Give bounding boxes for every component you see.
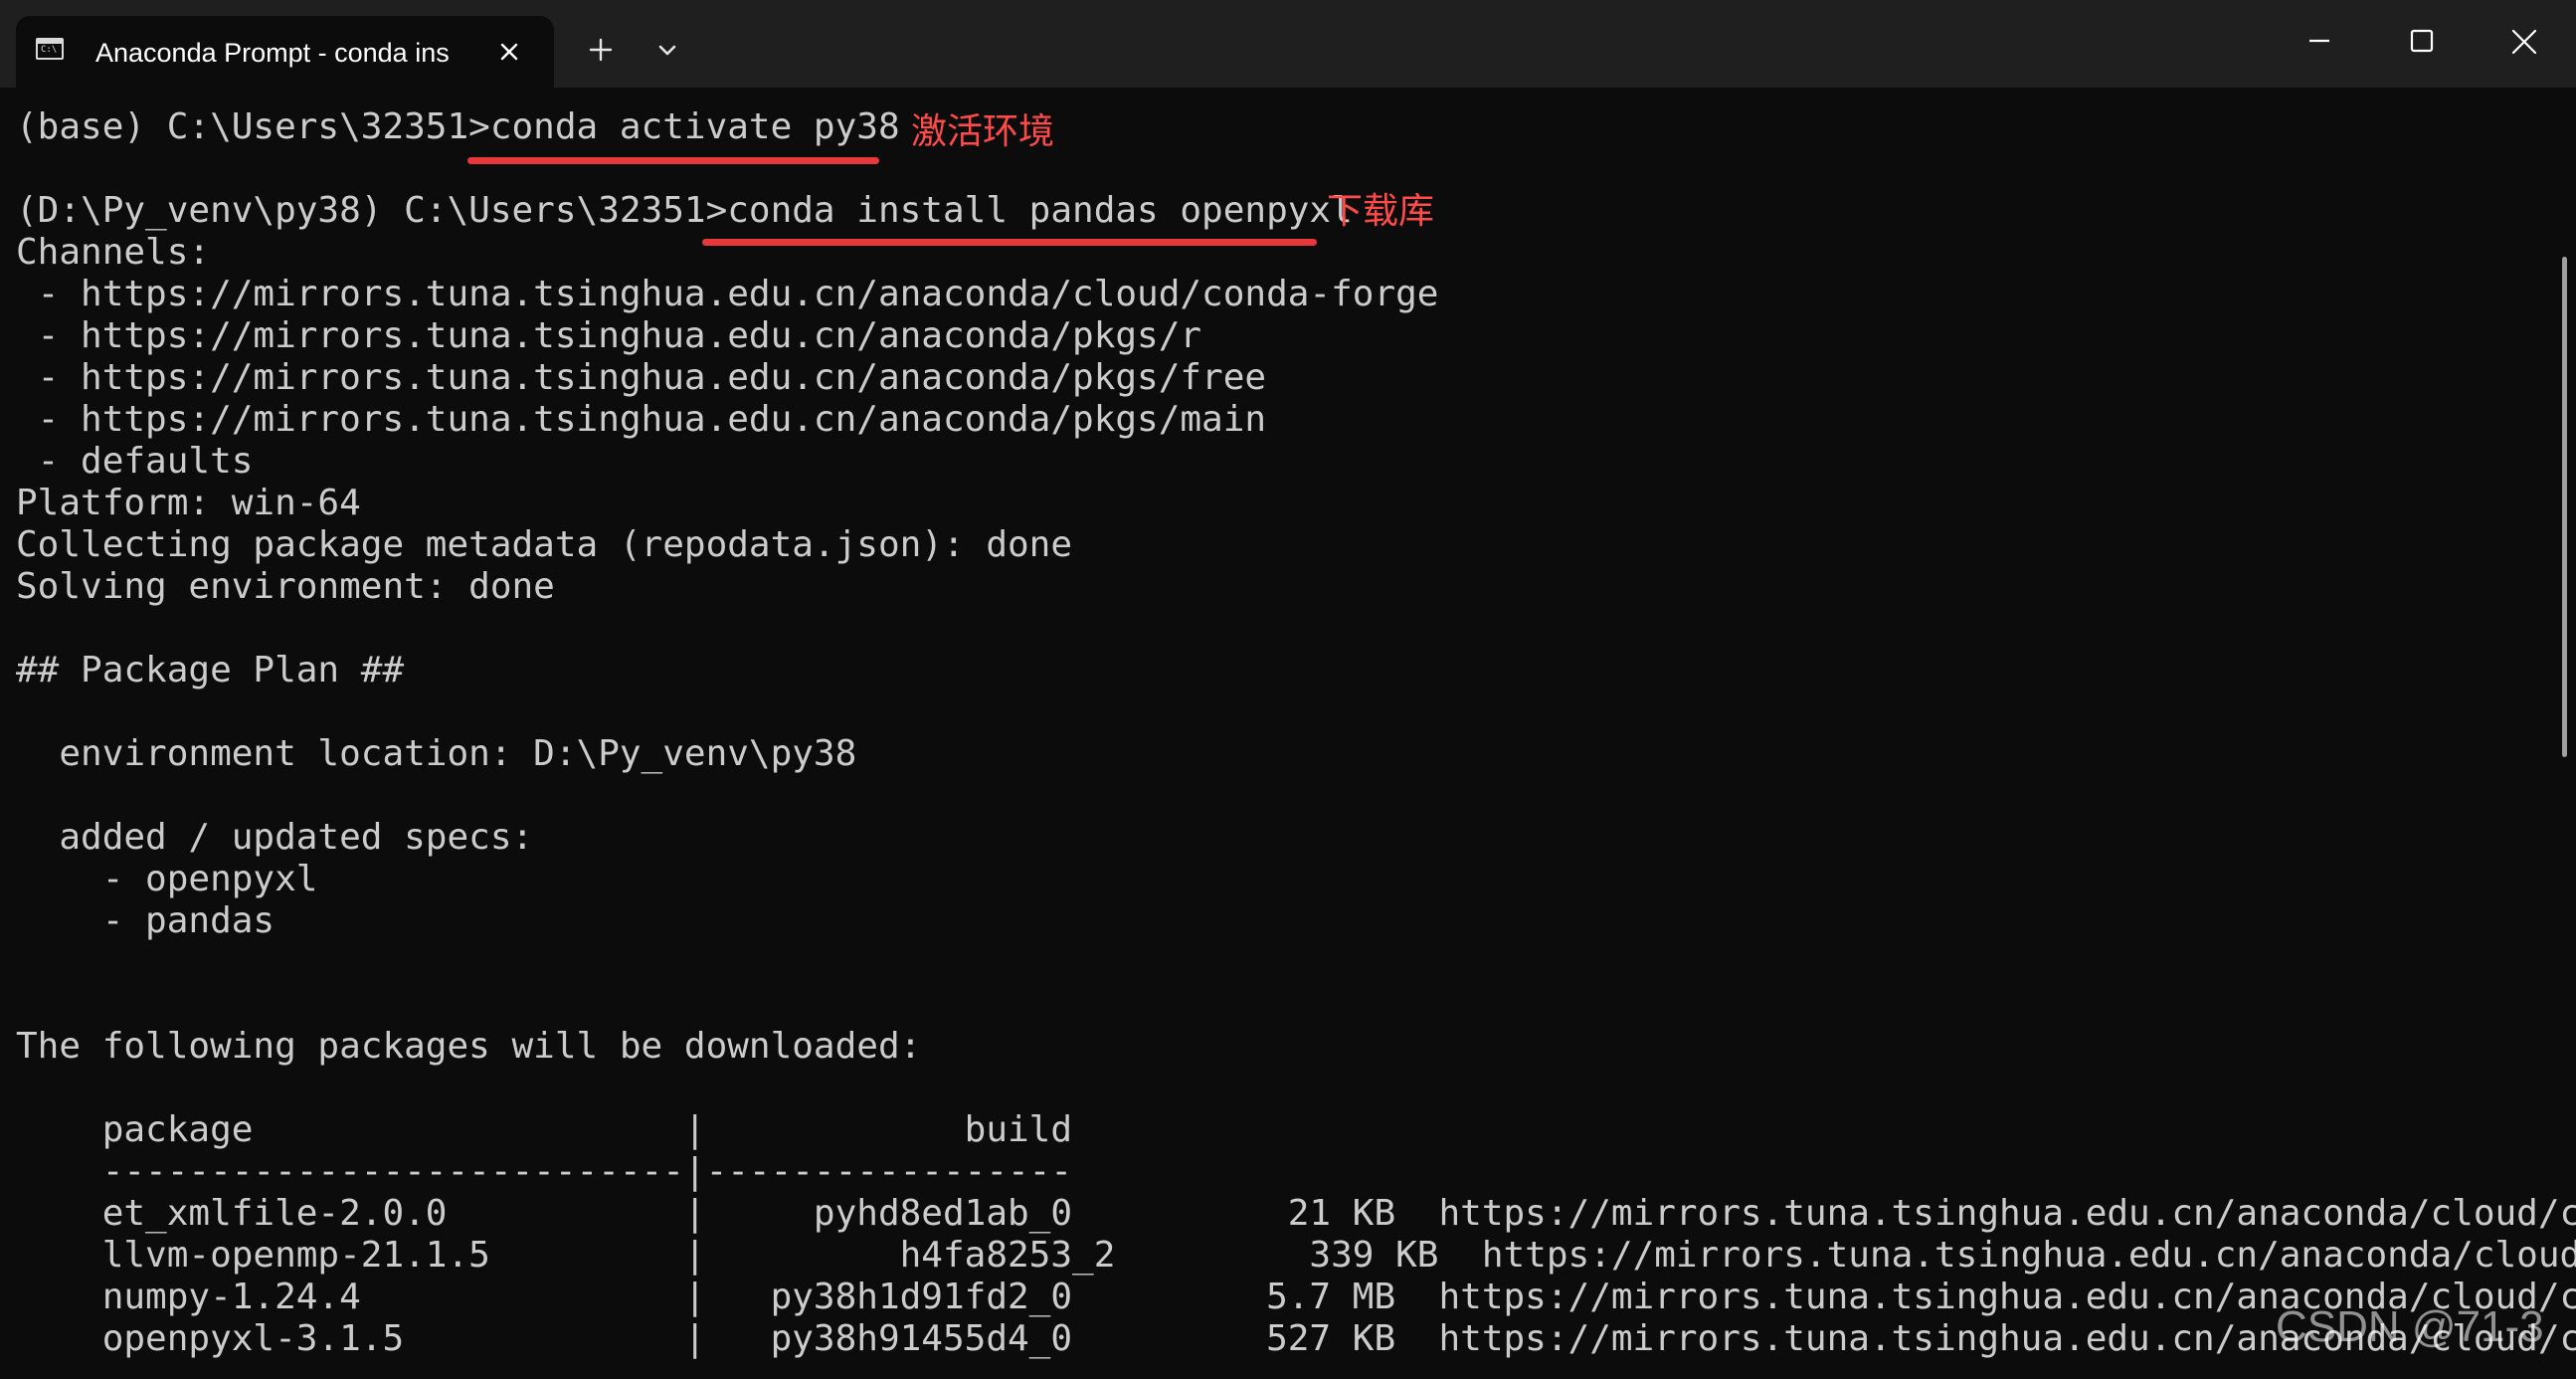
terminal-line: llvm-openmp-21.1.5 | h4fa8253_2 339 KB h… [16,1235,2576,1276]
terminal-line: ## Package Plan ## [16,650,405,690]
tab-title: Anaconda Prompt - conda ins [95,38,450,68]
terminal-line: - https://mirrors.tuna.tsinghua.edu.cn/a… [16,357,1267,398]
minimize-icon[interactable] [2270,0,2369,86]
terminal-line: environment location: D:\Py_venv\py38 [16,733,857,774]
chevron-down-icon[interactable] [647,30,687,70]
terminal-line: - pandas [16,900,276,941]
terminal-line: Collecting package metadata (repodata.js… [16,524,1073,565]
activate-underline [467,157,879,164]
terminal-line: package | build [16,1109,1073,1150]
new-tab-icon[interactable] [581,30,621,70]
activate-annotation: 激活环境 [911,111,1055,152]
terminal-line: - defaults [16,441,254,482]
watermark: CSDN @71-3 [2276,1302,2544,1351]
terminal-line: (D:\Py_venv\py38) C:\Users\32351>conda i… [16,190,1353,231]
tab-close-icon[interactable] [491,34,527,70]
close-icon[interactable] [2475,0,2574,86]
terminal-line: added / updated specs: [16,817,534,858]
terminal-output[interactable]: (base) C:\Users\32351>conda activate py3… [0,88,2576,1379]
terminal-line: (base) C:\Users\32351>conda activate py3… [16,106,900,147]
install-underline [702,239,1317,246]
terminal-line: Solving environment: done [16,566,555,607]
terminal-line: Platform: win-64 [16,483,361,523]
terminal-line: - https://mirrors.tuna.tsinghua.edu.cn/a… [16,274,1439,314]
terminal-line: numpy-1.24.4 | py38h1d91fd2_0 5.7 MB htt… [16,1277,2576,1317]
terminal-line: - https://mirrors.tuna.tsinghua.edu.cn/a… [16,315,1202,356]
scrollbar[interactable] [2562,257,2567,757]
terminal-line: The following packages will be downloade… [16,1026,922,1067]
terminal-line: - https://mirrors.tuna.tsinghua.edu.cn/a… [16,399,1267,440]
maximize-icon[interactable] [2372,0,2472,86]
terminal-line: - openpyxl [16,859,318,899]
install-annotation: 下载库 [1327,191,1435,232]
terminal-tab[interactable]: C:\ Anaconda Prompt - conda ins [16,16,554,88]
terminal-icon: C:\ [36,38,64,60]
terminal-line: openpyxl-3.1.5 | py38h91455d4_0 527 KB h… [16,1318,2576,1359]
terminal-line: Channels: [16,232,211,273]
title-bar: C:\ Anaconda Prompt - conda ins [0,0,2576,88]
terminal-line: et_xmlfile-2.0.0 | pyhd8ed1ab_0 21 KB ht… [16,1193,2576,1234]
terminal-line: ---------------------------|------------… [16,1151,1073,1192]
